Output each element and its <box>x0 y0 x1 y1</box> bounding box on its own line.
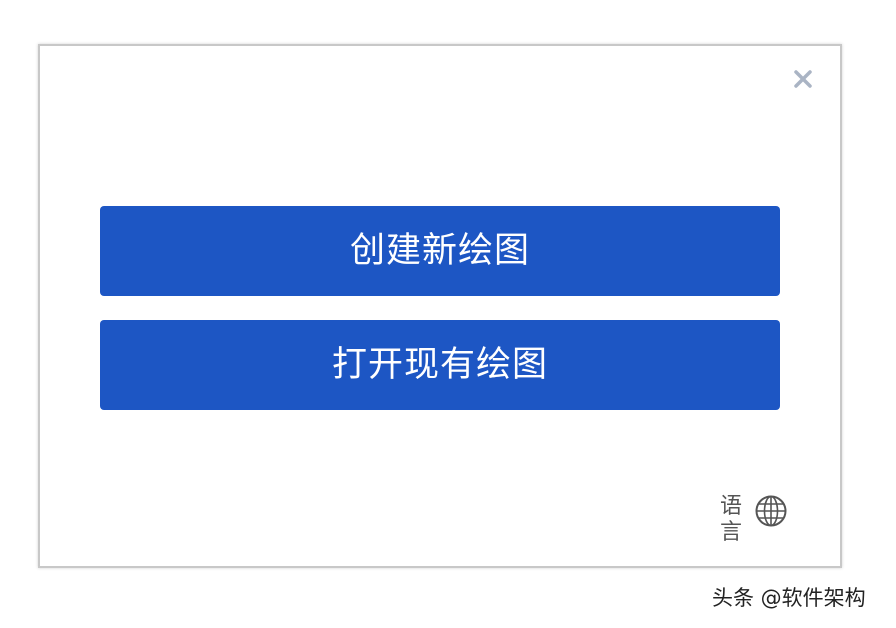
open-existing-diagram-button[interactable]: 打开现有绘图 <box>100 320 780 410</box>
start-dialog: 创建新绘图 打开现有绘图 语言 <box>38 44 842 568</box>
globe-icon <box>754 494 788 528</box>
create-new-diagram-button[interactable]: 创建新绘图 <box>100 206 780 296</box>
close-icon <box>794 70 812 88</box>
watermark-text: 头条 @软件架构 <box>712 586 866 610</box>
close-button[interactable] <box>790 66 816 92</box>
language-label: 语言 <box>720 494 743 545</box>
screen: 创建新绘图 打开现有绘图 语言 头条 @软件架构 <box>0 0 896 628</box>
language-selector[interactable]: 语言 <box>720 494 788 546</box>
